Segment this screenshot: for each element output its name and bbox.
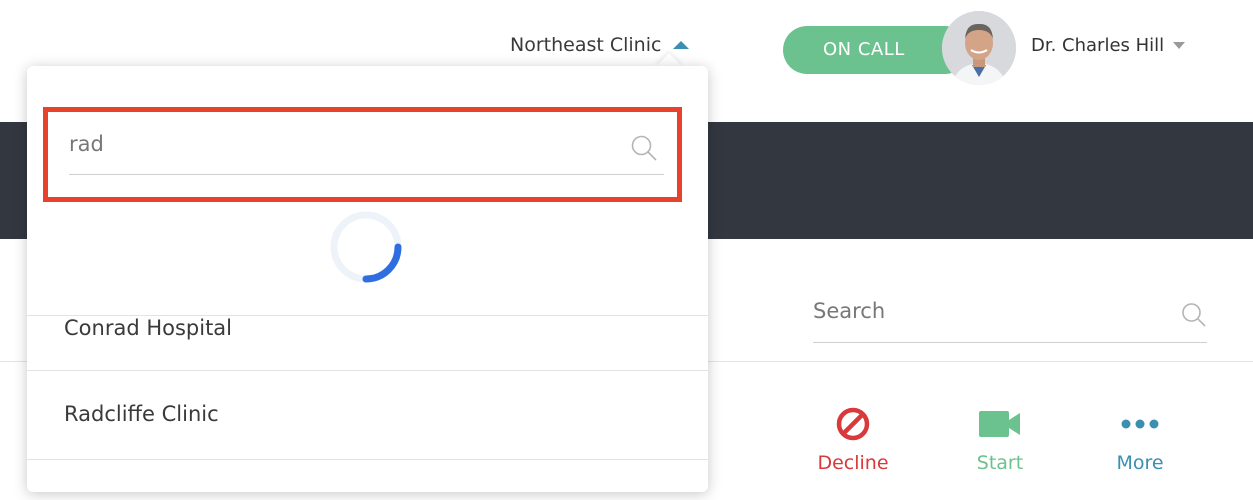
clinic-dropdown: Conrad Hospital Radcliffe Clinic — [27, 66, 708, 492]
decline-icon — [808, 405, 898, 443]
caret-up-icon — [673, 41, 690, 49]
divider — [27, 370, 708, 371]
clinic-search — [69, 128, 664, 175]
avatar[interactable] — [942, 11, 1016, 85]
clinic-switcher[interactable]: Northeast Clinic — [510, 34, 690, 56]
search-input[interactable] — [813, 299, 1143, 323]
user-menu[interactable]: Dr. Charles Hill — [1031, 35, 1186, 56]
chevron-down-icon — [1173, 42, 1186, 49]
queue-search — [813, 290, 1207, 343]
on-call-label: ON CALL — [823, 39, 905, 60]
list-item[interactable]: Radcliffe Clinic — [64, 402, 219, 426]
divider — [27, 459, 708, 460]
decline-label: Decline — [817, 452, 889, 474]
more-dots-icon — [1095, 405, 1185, 443]
search-icon[interactable] — [630, 134, 658, 166]
list-item[interactable]: Conrad Hospital — [64, 316, 232, 340]
search-icon[interactable] — [1181, 302, 1207, 332]
decline-button[interactable]: Decline — [808, 405, 898, 474]
loading-spinner — [329, 210, 403, 288]
user-name: Dr. Charles Hill — [1031, 35, 1165, 56]
clinic-name: Northeast Clinic — [510, 34, 662, 56]
more-label: More — [1116, 452, 1164, 474]
clinic-search-input[interactable] — [69, 132, 589, 156]
video-camera-icon — [955, 405, 1045, 443]
start-label: Start — [976, 452, 1024, 474]
start-button[interactable]: Start — [955, 405, 1045, 474]
more-button[interactable]: More — [1095, 405, 1185, 474]
doctor-portrait-icon — [942, 11, 1016, 85]
